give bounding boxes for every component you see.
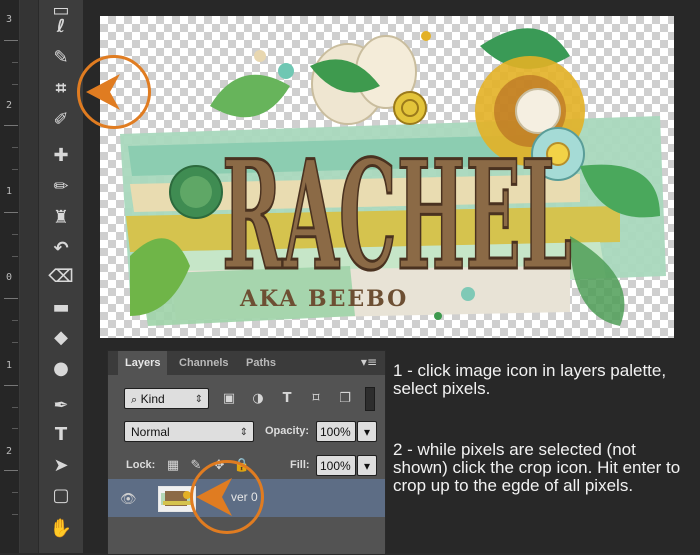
lock-transparent-pixels-icon[interactable]: ▦ <box>165 457 181 473</box>
history-brush-icon: ↶ <box>53 238 69 259</box>
tab-layers[interactable]: Layers <box>118 351 168 375</box>
thumbnail-pointer-arrow-icon <box>196 478 232 516</box>
fill-label: Fill: <box>290 459 310 471</box>
eraser-icon: ⌫ <box>48 266 74 287</box>
blur-icon: ◆ <box>54 327 68 348</box>
spot-healing-icon: ✚ <box>53 145 69 166</box>
clone-stamp-tool[interactable]: ♜ <box>49 207 73 229</box>
visibility-eye-icon[interactable]: 👁 <box>120 492 137 507</box>
brush-icon: ✏ <box>53 176 69 197</box>
crop-icon: ⌗ <box>55 78 67 99</box>
crop-tool[interactable]: ⌗ <box>49 78 73 100</box>
ruler-label: 3 <box>6 14 13 25</box>
panel-tabs: Layers Channels Paths ▾≡ <box>108 351 385 375</box>
lasso-icon: ℓ <box>56 16 66 37</box>
shape-filter-icon[interactable]: ⌑ <box>308 390 324 406</box>
fill-dropdown-button[interactable]: ▾ <box>357 455 377 476</box>
lock-label: Lock: <box>126 459 156 471</box>
type-filter-icon[interactable]: T <box>279 390 295 406</box>
fill-input[interactable]: 100% <box>316 455 356 476</box>
ruler-mark <box>4 470 18 471</box>
ruler-label: 0 <box>6 272 13 283</box>
chevron-updown-icon: ⇕ <box>239 427 248 438</box>
hand-icon: ✋ <box>49 518 73 539</box>
opacity-label: Opacity: <box>265 425 310 437</box>
dodge-tool[interactable]: ● <box>49 358 73 380</box>
blend-mode-value: Normal <box>131 425 170 439</box>
adjustment-filter-icon[interactable]: ◑ <box>250 390 266 406</box>
layer-filter-select[interactable]: ⌕ Kind ⇕ <box>124 388 209 409</box>
blur-tool[interactable]: ◆ <box>49 327 73 349</box>
smart-object-filter-icon[interactable]: ❐ <box>337 390 353 406</box>
lasso-tool[interactable]: ℓ <box>49 16 73 38</box>
crop-pointer-arrow-icon <box>86 74 120 110</box>
vertical-ruler: 3 2 1 0 1 2 <box>0 0 20 553</box>
spot-healing-tool[interactable]: ✚ <box>49 145 73 167</box>
path-selection-tool[interactable]: ➤ <box>49 455 73 477</box>
image-filter-icon[interactable]: ▣ <box>221 390 237 406</box>
ruler-label: 2 <box>6 100 13 111</box>
pen-tool[interactable]: ✒ <box>49 395 73 417</box>
shape-icon: ▢ <box>52 485 70 506</box>
type-icon: T <box>54 424 68 445</box>
artwork-title: RACHEL <box>222 128 572 304</box>
ruler-mark <box>4 385 18 386</box>
ruler-label: 2 <box>6 446 13 457</box>
type-tool[interactable]: T <box>49 424 73 446</box>
shape-tool[interactable]: ▢ <box>49 485 73 507</box>
hand-tool[interactable]: ✋ <box>49 518 73 540</box>
artwork-image[interactable]: RACHEL AKA BEEBO <box>100 16 674 338</box>
chevron-updown-icon: ⇕ <box>194 394 203 405</box>
chevron-down-icon: ▾ <box>363 459 371 473</box>
tab-paths[interactable]: Paths <box>239 351 283 375</box>
ruler-mark <box>4 212 18 213</box>
tab-channels[interactable]: Channels <box>172 351 236 375</box>
clone-stamp-icon: ♜ <box>52 207 70 228</box>
instruction-step-1: 1 - click image icon in layers palette, … <box>393 361 667 398</box>
pen-icon: ✒ <box>53 395 69 416</box>
opacity-input[interactable]: 100% <box>316 421 356 442</box>
ruler-mark <box>4 40 18 41</box>
chevron-down-icon: ▾ <box>363 425 371 439</box>
ruler-gutter <box>20 0 38 553</box>
quick-selection-tool[interactable]: ✎ <box>49 47 73 69</box>
gradient-icon: ▬ <box>52 297 70 318</box>
path-selection-icon: ➤ <box>53 455 69 476</box>
ruler-mark <box>4 298 18 299</box>
ruler-label: 1 <box>6 186 13 197</box>
instruction-step-2: 2 - while pixels are selected (not shown… <box>393 440 681 495</box>
opacity-dropdown-button[interactable]: ▾ <box>357 421 377 442</box>
blend-mode-select[interactable]: Normal ⇕ <box>124 421 254 442</box>
artwork-subtitle: AKA BEEBO <box>239 286 408 312</box>
filter-toggle-switch[interactable] <box>365 387 375 411</box>
quick-selection-icon: ✎ <box>53 47 69 68</box>
filter-search-icon: ⌕ <box>131 393 141 406</box>
eraser-tool[interactable]: ⌫ <box>48 266 74 288</box>
filter-kind-label: Kind <box>140 392 165 406</box>
ruler-label: 1 <box>6 360 13 371</box>
history-brush-tool[interactable]: ↶ <box>49 238 73 260</box>
eyedropper-icon: ✐ <box>53 109 69 130</box>
brush-tool[interactable]: ✏ <box>49 176 73 198</box>
eyedropper-tool[interactable]: ✐ <box>49 109 73 131</box>
gradient-tool[interactable]: ▬ <box>49 297 73 319</box>
dodge-icon: ● <box>53 358 69 379</box>
ruler-mark <box>4 125 18 126</box>
panel-menu-icon[interactable]: ▾≡ <box>361 355 377 369</box>
